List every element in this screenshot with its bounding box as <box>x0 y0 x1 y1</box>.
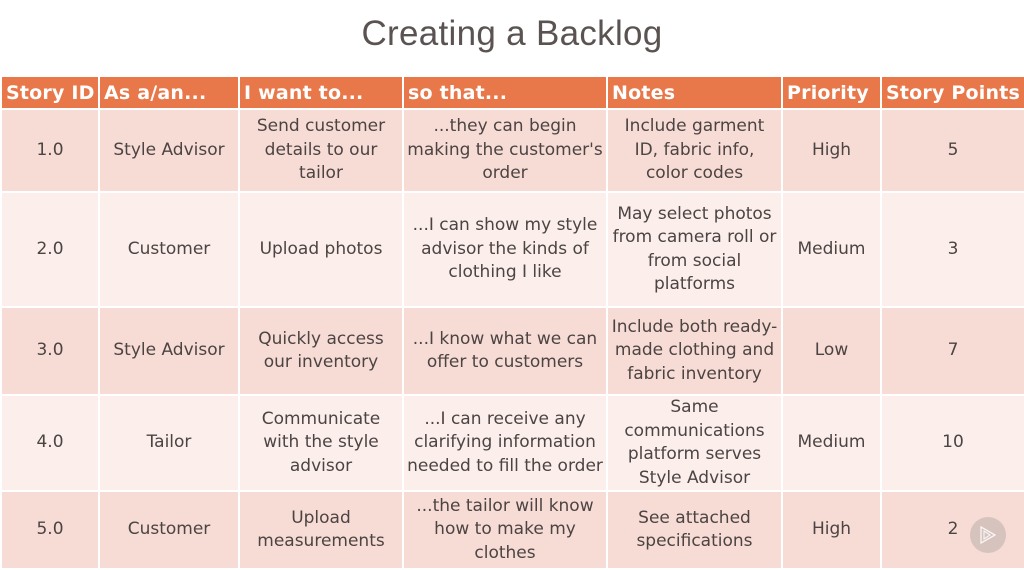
header-story-id: Story ID <box>0 75 100 110</box>
cell-role: Style Advisor <box>98 306 240 396</box>
cell-want: Quickly access our inventory <box>238 306 404 396</box>
cell-so-that: ...I can receive any clarifying informat… <box>402 394 608 492</box>
slide-title: Creating a Backlog <box>361 14 663 53</box>
cell-priority: High <box>781 108 882 193</box>
cell-story-points: 10 <box>880 394 1024 492</box>
cell-so-that: ...I can show my style advisor the kinds… <box>402 191 608 308</box>
table-row: 3.0 Style Advisor Quickly access our inv… <box>0 306 1024 396</box>
backlog-table: Story ID As a/an... I want to... so that… <box>0 75 1024 570</box>
header-priority: Priority <box>781 75 882 110</box>
cell-notes: See attached specifications <box>606 490 783 570</box>
cell-role: Customer <box>98 191 240 308</box>
cell-role: Customer <box>98 490 240 570</box>
header-so-that: so that... <box>402 75 608 110</box>
cell-story-id: 1.0 <box>0 108 100 193</box>
cell-want: Upload photos <box>238 191 404 308</box>
table-row: 4.0 Tailor Communicate with the style ad… <box>0 394 1024 492</box>
cell-priority: Medium <box>781 191 882 308</box>
cell-role: Style Advisor <box>98 108 240 193</box>
cell-story-points: 7 <box>880 306 1024 396</box>
play-logo-icon <box>980 525 997 545</box>
cell-story-id: 5.0 <box>0 490 100 570</box>
cell-priority: High <box>781 490 882 570</box>
play-logo-button[interactable] <box>970 517 1006 553</box>
table-row: 2.0 Customer Upload photos ...I can show… <box>0 191 1024 308</box>
header-i-want-to: I want to... <box>238 75 404 110</box>
cell-so-that: ...I know what we can offer to customers <box>402 306 608 396</box>
cell-story-id: 4.0 <box>0 394 100 492</box>
cell-story-id: 3.0 <box>0 306 100 396</box>
cell-notes: Include garment ID, fabric info, color c… <box>606 108 783 193</box>
cell-story-id: 2.0 <box>0 191 100 308</box>
header-as-a: As a/an... <box>98 75 240 110</box>
cell-want: Communicate with the style advisor <box>238 394 404 492</box>
table-row: 1.0 Style Advisor Send customer details … <box>0 108 1024 193</box>
header-row: Story ID As a/an... I want to... so that… <box>0 75 1024 110</box>
cell-so-that: ...they can begin making the customer's … <box>402 108 608 193</box>
header-notes: Notes <box>606 75 783 110</box>
cell-want: Send customer details to our tailor <box>238 108 404 193</box>
cell-notes: Same communications platform serves Styl… <box>606 394 783 492</box>
table-row: 5.0 Customer Upload measurements ...the … <box>0 490 1024 570</box>
header-story-points: Story Points <box>880 75 1024 110</box>
cell-story-points: 5 <box>880 108 1024 193</box>
cell-so-that: ...the tailor will know how to make my c… <box>402 490 608 570</box>
cell-priority: Medium <box>781 394 882 492</box>
cell-story-points: 3 <box>880 191 1024 308</box>
cell-notes: May select photos from camera roll or fr… <box>606 191 783 308</box>
cell-priority: Low <box>781 306 882 396</box>
cell-role: Tailor <box>98 394 240 492</box>
cell-want: Upload measurements <box>238 490 404 570</box>
cell-notes: Include both ready-made clothing and fab… <box>606 306 783 396</box>
